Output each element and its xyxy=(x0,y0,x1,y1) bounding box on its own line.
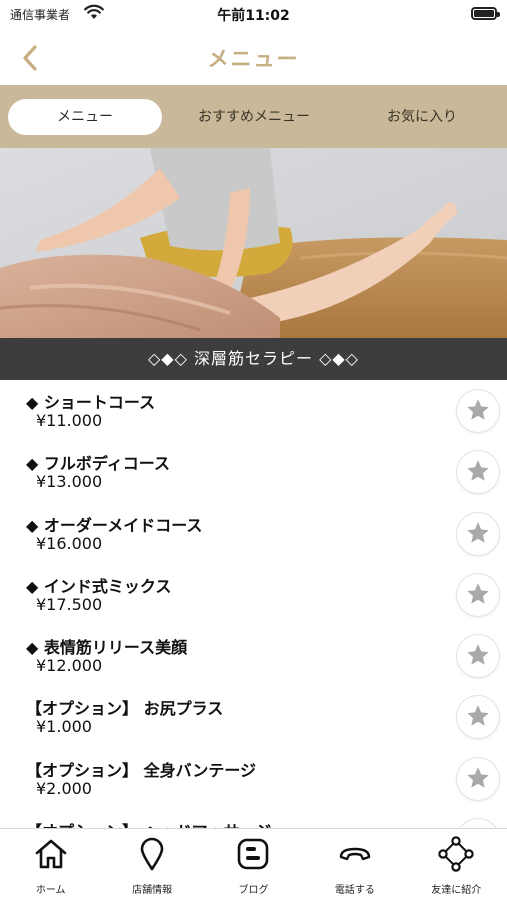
item-price: ¥12.000 xyxy=(36,656,103,676)
tab-recommended-menu[interactable]: おすすめメニュー xyxy=(176,99,332,135)
item-price: ¥17.500 xyxy=(36,594,103,614)
star-icon xyxy=(467,644,489,665)
bottom-tab-call[interactable]: 電話する xyxy=(304,829,405,900)
status-time: 午前11:02 xyxy=(217,8,290,24)
star-icon xyxy=(467,399,489,420)
item-price: ¥16.000 xyxy=(36,533,103,553)
favorite-button[interactable] xyxy=(457,451,499,494)
page-title: メニュー xyxy=(207,47,300,71)
bottom-tab-store-info[interactable]: 店舗情報 xyxy=(101,829,202,900)
bottom-tab-label: ホーム xyxy=(35,885,66,896)
tab-menu[interactable]: メニュー xyxy=(8,99,162,135)
item-name: ◆ インド式ミックス xyxy=(26,576,172,596)
bottom-tab-bar: ホーム 店舗情報 ブログ 電話する 友達に紹介 xyxy=(0,828,507,900)
phone-icon xyxy=(339,847,371,861)
bottom-tab-home[interactable]: ホーム xyxy=(0,829,101,900)
list-item[interactable]: ◆ オーダーメイドコース ¥16.000 xyxy=(0,503,507,564)
item-name: 【オプション】 お尻プラス xyxy=(26,699,224,719)
favorite-button[interactable] xyxy=(457,757,499,800)
star-icon xyxy=(467,583,489,604)
list-item[interactable]: ◆ 表情筋リリース美顔 ¥12.000 xyxy=(0,625,507,686)
navigation-bar: メニュー xyxy=(0,30,507,85)
item-price: ¥2.000 xyxy=(36,778,92,798)
favorite-button[interactable] xyxy=(457,512,499,555)
favorite-button[interactable] xyxy=(457,819,499,828)
item-name: ◆ 表情筋リリース美顔 xyxy=(26,638,188,658)
favorite-button[interactable] xyxy=(457,696,499,739)
list-item[interactable]: ◆ ショートコース ¥11.000 xyxy=(0,380,507,441)
list-item[interactable]: 【オプション】 全身バンテージ ¥2.000 xyxy=(0,748,507,809)
list-item[interactable]: ◆ インド式ミックス ¥17.500 xyxy=(0,564,507,625)
bottom-tab-label: 友達に紹介 xyxy=(431,885,482,896)
favorite-button[interactable] xyxy=(457,390,499,432)
favorite-button[interactable] xyxy=(457,573,499,616)
list-item[interactable]: 【オプション】 ヘッドマッサージ xyxy=(0,809,507,828)
section-banner: ◇◆◇ 深層筋セラピー ◇◆◇ xyxy=(0,338,507,380)
tab-favorites[interactable]: お気に入り xyxy=(346,99,498,135)
bottom-tab-label: 電話する xyxy=(334,885,375,896)
battery-icon xyxy=(471,7,500,20)
star-icon xyxy=(467,705,489,727)
item-price: ¥11.000 xyxy=(36,411,103,430)
menu-list[interactable]: ◆ ショートコース ¥11.000 ◆ フルボディコース ¥13.000 ◆ オ… xyxy=(0,380,507,828)
item-name: 【オプション】 全身バンテージ xyxy=(26,760,257,780)
star-icon xyxy=(467,460,489,482)
item-name: ◆ フルボディコース xyxy=(26,454,170,474)
blog-icon xyxy=(238,838,269,870)
massage-therapy-photo xyxy=(0,148,507,338)
map-pin-icon xyxy=(140,837,164,871)
item-name: ◆ オーダーメイドコース xyxy=(26,515,203,535)
home-icon xyxy=(35,839,66,869)
item-price: ¥13.000 xyxy=(36,472,103,492)
item-price: ¥1.000 xyxy=(36,717,92,737)
segment-tabs: メニュー おすすめメニュー お気に入り xyxy=(0,85,507,148)
bottom-tab-blog[interactable]: ブログ xyxy=(203,829,304,900)
star-icon xyxy=(467,766,489,788)
status-bar: 通信事業者 午前11:02 xyxy=(0,0,507,30)
share-icon xyxy=(438,836,474,872)
favorite-button[interactable] xyxy=(457,635,499,678)
bottom-tab-label: 店舗情報 xyxy=(132,885,173,896)
item-name: ◆ ショートコース xyxy=(26,393,156,412)
item-name: 【オプション】 ヘッドマッサージ xyxy=(26,818,271,828)
bottom-tab-label: ブログ xyxy=(238,885,269,896)
bottom-tab-refer-friend[interactable]: 友達に紹介 xyxy=(406,829,507,900)
list-item[interactable]: ◆ フルボディコース ¥13.000 xyxy=(0,441,507,502)
list-item[interactable]: 【オプション】 お尻プラス ¥1.000 xyxy=(0,686,507,747)
star-icon xyxy=(467,521,489,543)
